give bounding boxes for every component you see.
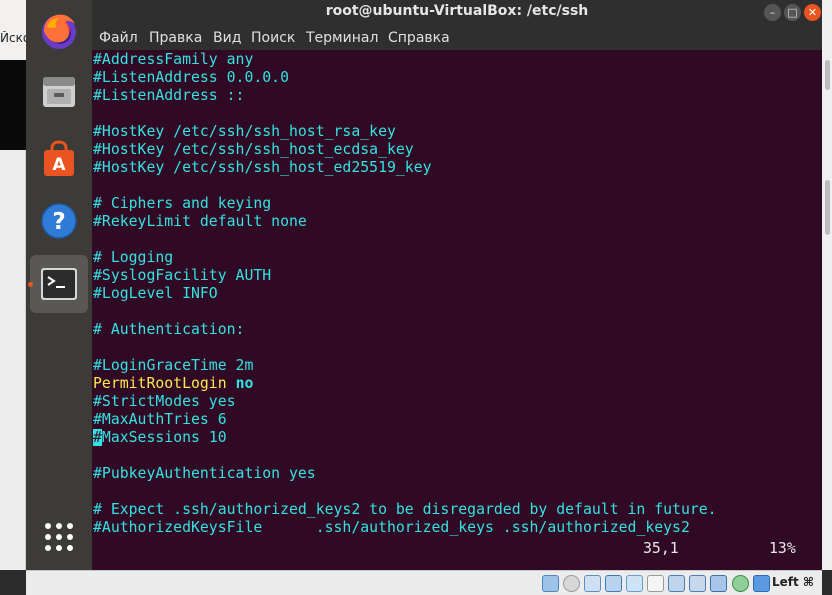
scroll-percent: 13% xyxy=(769,540,796,557)
shared-folders-icon[interactable] xyxy=(647,575,664,592)
host-scrollbar-thumb[interactable] xyxy=(825,60,830,90)
text-cursor: # xyxy=(93,429,102,446)
window-title: root@ubuntu-VirtualBox: /etc/ssh xyxy=(325,3,589,19)
terminal-line: #RekeyLimit default none xyxy=(93,213,307,230)
shopping-bag-icon: A xyxy=(44,140,74,176)
cpu-icon[interactable] xyxy=(710,575,727,592)
host-window-edge xyxy=(0,60,26,150)
terminal-line-text: MaxSessions 10 xyxy=(101,429,227,446)
menu-search[interactable]: Поиск xyxy=(251,30,295,46)
dock-help[interactable]: ? xyxy=(30,192,88,250)
network-icon[interactable] xyxy=(605,575,622,592)
cursor-position: 35,1 xyxy=(643,540,679,557)
keyboard-capture-icon[interactable] xyxy=(753,575,770,592)
guest-additions-icon[interactable] xyxy=(732,575,749,592)
terminal-line: #HostKey /etc/ssh/ssh_host_ecdsa_key xyxy=(93,141,414,158)
terminal-line: # Ciphers and keying xyxy=(93,195,272,212)
menu-view[interactable]: Вид xyxy=(213,30,241,46)
close-button[interactable]: ✕ xyxy=(804,4,821,21)
dock-terminal[interactable] xyxy=(28,255,88,313)
terminal-line: #ListenAddress 0.0.0.0 xyxy=(93,69,289,86)
terminal-line: #LogLevel INFO xyxy=(93,285,218,302)
host-window-edge-light xyxy=(0,150,26,570)
optical-drive-icon[interactable] xyxy=(563,575,580,592)
terminal-line-permitrootlogin: PermitRootLogin no xyxy=(93,375,253,393)
svg-text:?: ? xyxy=(52,209,65,235)
dock-show-applications[interactable] xyxy=(30,508,88,566)
terminal-line: #PubkeyAuthentication yes xyxy=(93,465,316,482)
file-cabinet-icon xyxy=(43,77,75,107)
terminal-line-cursor: #MaxSessions 10 xyxy=(93,429,227,447)
terminal-line: #StrictModes yes xyxy=(93,393,236,410)
menu-file[interactable]: Файл xyxy=(99,30,138,46)
ubuntu-dock: A ? xyxy=(26,0,92,570)
host-label: Йско xyxy=(0,31,26,45)
terminal-line: #MaxAuthTries 6 xyxy=(93,411,227,428)
dock-files[interactable] xyxy=(30,62,88,120)
dock-firefox[interactable] xyxy=(30,2,88,60)
terminal-line: #AddressFamily any xyxy=(93,51,254,68)
usb-icon[interactable] xyxy=(626,575,643,592)
hard-disk-icon[interactable] xyxy=(542,575,559,592)
menu-edit[interactable]: Правка xyxy=(149,30,202,46)
terminal-line: #AuthorizedKeysFile .ssh/authorized_keys… xyxy=(93,519,690,536)
menu-bar: Файл Правка Вид Поиск Терминал Справка xyxy=(92,24,822,50)
terminal-line: #HostKey /etc/ssh/ssh_host_rsa_key xyxy=(93,123,396,140)
menu-terminal[interactable]: Терминал xyxy=(306,30,378,46)
terminal-line: #LoginGraceTime 2m xyxy=(93,357,254,374)
terminal-line: # Expect .ssh/authorized_keys2 to be dis… xyxy=(93,501,717,518)
running-indicator xyxy=(28,282,33,287)
svg-text:A: A xyxy=(52,155,66,175)
terminal-line: #ListenAddress :: xyxy=(93,87,245,104)
recording-icon[interactable] xyxy=(689,575,706,592)
host-right-edge xyxy=(822,0,832,570)
terminal-icon xyxy=(41,268,77,300)
minimize-button[interactable]: – xyxy=(764,4,781,21)
display-icon[interactable] xyxy=(668,575,685,592)
virtualbox-status-bar: Left ⌘ xyxy=(26,570,822,595)
help-icon: ? xyxy=(41,203,77,239)
host-scrollbar-thumb[interactable] xyxy=(825,180,830,235)
menu-help[interactable]: Справка xyxy=(388,30,450,46)
app-grid-icon xyxy=(45,523,73,551)
config-value: no xyxy=(235,375,254,392)
terminal-screen[interactable]: #AddressFamily any #ListenAddress 0.0.0.… xyxy=(92,50,822,570)
firefox-icon xyxy=(42,14,76,49)
maximize-button[interactable]: □ xyxy=(784,4,801,21)
audio-icon[interactable] xyxy=(584,575,601,592)
config-key: PermitRootLogin xyxy=(93,375,227,392)
window-titlebar[interactable]: root@ubuntu-VirtualBox: /etc/ssh – □ ✕ xyxy=(92,0,822,24)
terminal-line: # Logging xyxy=(93,249,174,266)
dock-software[interactable]: A xyxy=(30,130,88,188)
terminal-line: # Authentication: xyxy=(93,321,245,338)
terminal-line: #HostKey /etc/ssh/ssh_host_ed25519_key xyxy=(93,159,432,176)
host-key-label[interactable]: Left ⌘ xyxy=(772,575,814,589)
terminal-line: #SyslogFacility AUTH xyxy=(93,267,272,284)
